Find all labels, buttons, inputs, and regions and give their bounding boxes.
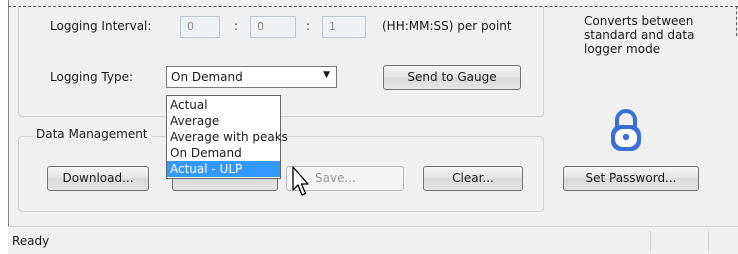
logging-type-dropdown[interactable]: Actual Average Average with peaks On Dem… (166, 95, 288, 179)
download-button[interactable]: Download... (47, 166, 149, 191)
time-separator: : (234, 19, 239, 33)
dropdown-option-actual-ulp[interactable]: Actual - ULP (167, 161, 280, 177)
status-text: Ready (12, 234, 50, 248)
seconds-field[interactable]: 1 (322, 16, 366, 38)
status-separator (650, 231, 651, 251)
minutes-field[interactable]: 0 (250, 16, 296, 38)
logging-type-value: On Demand (171, 70, 243, 84)
dropdown-option-average[interactable]: Average (167, 113, 280, 129)
lock-icon (611, 109, 641, 151)
chevron-down-icon[interactable]: ▼ (323, 70, 330, 80)
dashed-divider-right (736, 6, 737, 36)
mode-description: Converts between standard and data logge… (584, 14, 695, 56)
clear-button[interactable]: Clear... (423, 166, 523, 191)
dropdown-option-on-demand[interactable]: On Demand (167, 145, 280, 161)
data-management-title: Data Management (32, 127, 152, 141)
send-to-gauge-button[interactable]: Send to Gauge (383, 65, 521, 90)
logging-type-label: Logging Type: (50, 70, 134, 84)
dropdown-option-actual[interactable]: Actual (167, 97, 280, 113)
logging-interval-label: Logging Interval: (50, 19, 152, 33)
mouse-cursor-icon (292, 166, 309, 196)
interval-unit-label: (HH:MM:SS) per point (382, 19, 512, 33)
logging-type-select[interactable]: On Demand ▼ (166, 66, 337, 88)
status-bar: Ready (8, 226, 738, 254)
time-separator: : (306, 19, 311, 33)
set-password-button[interactable]: Set Password... (563, 166, 699, 191)
hours-field[interactable]: 0 (180, 16, 220, 38)
status-separator (708, 231, 709, 251)
dropdown-option-average-with-peaks[interactable]: Average with peaks (167, 129, 288, 145)
